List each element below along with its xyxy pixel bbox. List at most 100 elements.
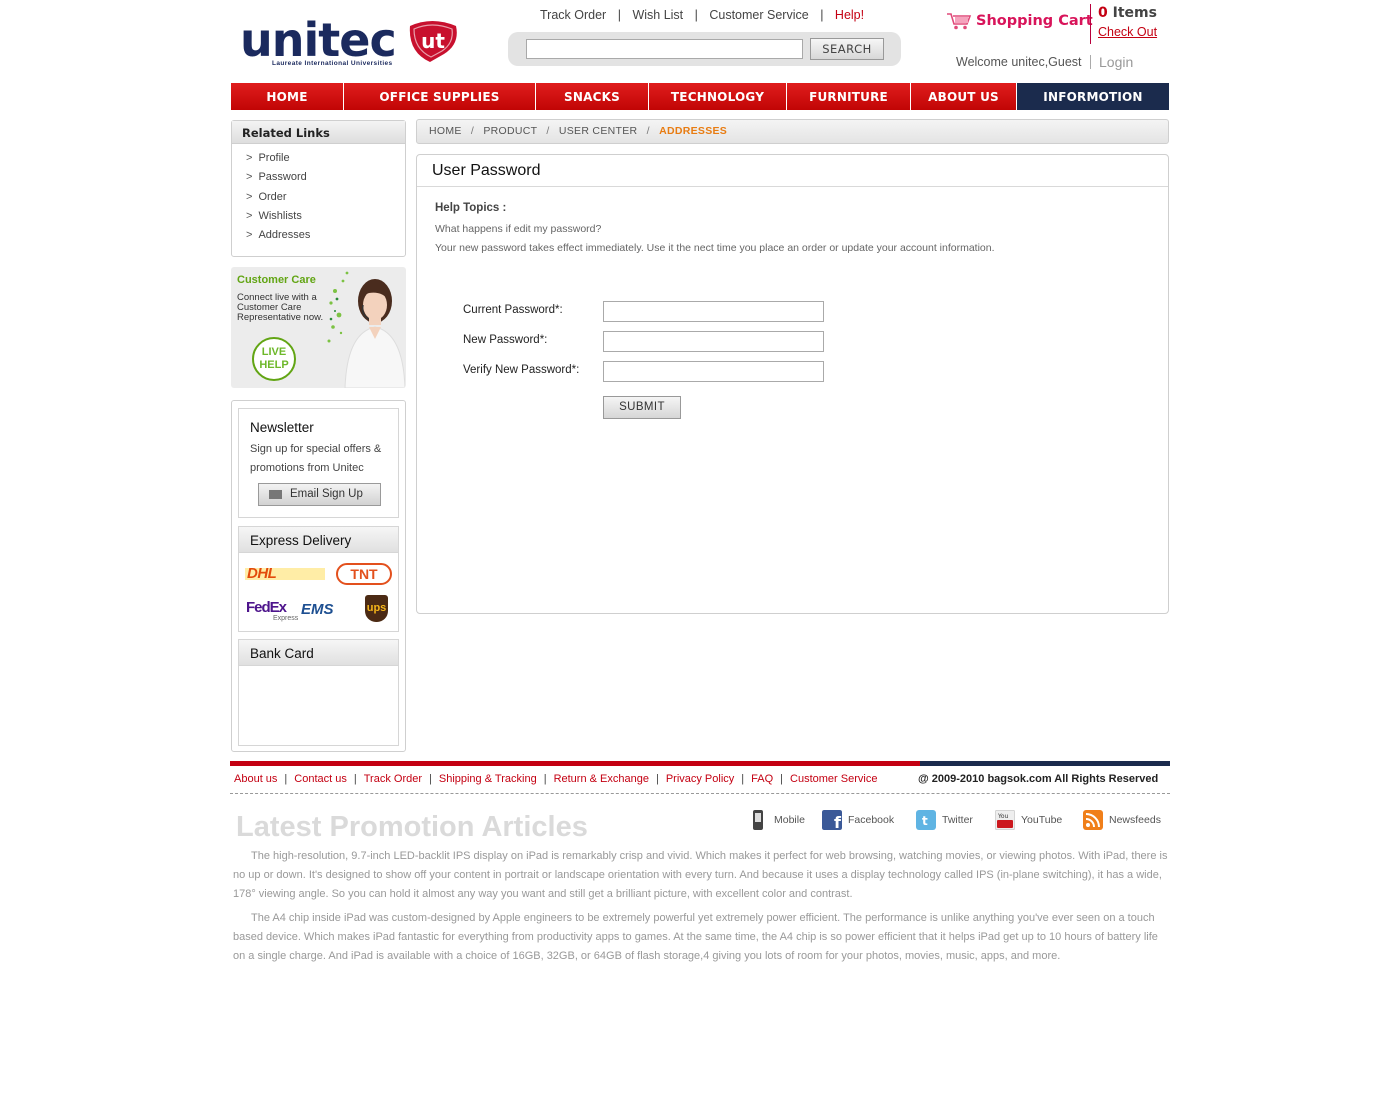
svg-text:You: You: [997, 813, 1009, 820]
nav-about-us[interactable]: ABOUT US: [911, 83, 1017, 110]
related-link-password[interactable]: > Password: [246, 171, 405, 190]
footer-link-privacy[interactable]: Privacy Policy: [666, 773, 734, 785]
express-delivery-box: Express Delivery DHL TNT FedEx Express E…: [238, 526, 399, 632]
wish-list-link[interactable]: Wish List: [632, 8, 683, 22]
related-link-addresses[interactable]: > Addresses: [246, 229, 405, 248]
breadcrumb-product[interactable]: PRODUCT: [483, 125, 537, 137]
help-link[interactable]: Help!: [835, 8, 864, 22]
facebook-icon: f: [822, 810, 842, 830]
nav-informotion[interactable]: INFORMOTION: [1017, 83, 1169, 110]
nav-furniture[interactable]: FURNITURE: [787, 83, 911, 110]
social-newsfeeds[interactable]: Newsfeeds: [1083, 809, 1161, 831]
nav-office-supplies[interactable]: OFFICE SUPPLIES: [344, 83, 536, 110]
main-nav: HOME OFFICE SUPPLIES SNACKS TECHNOLOGY F…: [231, 83, 1169, 110]
live-help-button[interactable]: LIVE HELP: [252, 337, 296, 381]
social-mobile[interactable]: Mobile: [748, 809, 805, 831]
social-label: Facebook: [848, 814, 895, 826]
breadcrumb-separator: /: [646, 125, 650, 137]
chevron-right-icon: >: [246, 229, 253, 242]
shopping-cart-icon[interactable]: [946, 12, 972, 30]
logo-badge-icon: ut: [409, 21, 457, 62]
footer-link-shipping[interactable]: Shipping & Tracking: [439, 773, 537, 785]
footer-link-about[interactable]: About us: [234, 773, 277, 785]
mobile-icon: [753, 810, 763, 830]
breadcrumb-user-center[interactable]: USER CENTER: [559, 125, 638, 137]
track-order-link[interactable]: Track Order: [540, 8, 606, 22]
ups-logo: ups: [365, 595, 388, 622]
footer-link-track-order[interactable]: Track Order: [364, 773, 422, 785]
search-button[interactable]: SEARCH: [810, 38, 884, 60]
promo-paragraph: The A4 chip inside iPad was custom-desig…: [233, 912, 1158, 962]
customer-care-text: Connect live with a Customer Care Repres…: [237, 292, 324, 323]
search-bar: SEARCH: [508, 32, 901, 66]
social-twitter[interactable]: t Twitter: [916, 809, 973, 831]
logo-wordmark: unitec: [240, 13, 397, 67]
support-agent-image: [327, 271, 405, 388]
express-delivery-title: Express Delivery: [239, 527, 398, 553]
social-facebook[interactable]: f Facebook: [822, 809, 894, 831]
cart-count: 0: [1098, 5, 1108, 21]
social-label: Newsfeeds: [1109, 814, 1161, 826]
new-password-field[interactable]: [603, 331, 824, 352]
footer-link-faq[interactable]: FAQ: [751, 773, 773, 785]
nav-home[interactable]: HOME: [231, 83, 344, 110]
top-links: Track Order | Wish List | Customer Servi…: [540, 8, 864, 24]
email-signup-button[interactable]: Email Sign Up: [258, 483, 381, 506]
chevron-right-icon: >: [246, 190, 253, 203]
dhl-logo-band: [245, 568, 325, 580]
youtube-icon: You: [995, 810, 1015, 830]
footer-link-return[interactable]: Return & Exchange: [554, 773, 649, 785]
current-password-field[interactable]: [603, 301, 824, 322]
related-link-profile[interactable]: > Profile: [246, 152, 405, 171]
svg-text:ut: ut: [421, 29, 445, 53]
user-password-panel: User Password Help Topics : What happens…: [416, 154, 1169, 614]
unitec-logo[interactable]: unitec ut Laureate International Univers…: [240, 16, 460, 70]
help-question: What happens if edit my password?: [435, 223, 602, 235]
tnt-logo: TNT: [336, 563, 392, 585]
svg-text:f: f: [834, 813, 842, 830]
fedex-logo: FedEx: [246, 599, 287, 616]
cart-items-word: Items: [1112, 5, 1157, 21]
top-link-separator: |: [617, 8, 621, 22]
cart-item-count: 0 Items: [1098, 5, 1157, 21]
footer-link-customer-service[interactable]: Customer Service: [790, 773, 877, 785]
promo-title: Latest Promotion Articles: [236, 811, 588, 843]
footer-separator: |: [780, 773, 784, 785]
login-link[interactable]: Login: [1099, 54, 1133, 70]
chevron-right-icon: >: [246, 209, 253, 222]
sidebar-panel: Newsletter Sign up for special offers & …: [231, 400, 406, 752]
cart-divider: [1090, 4, 1091, 44]
customer-service-link[interactable]: Customer Service: [709, 8, 808, 22]
related-link-wishlists[interactable]: > Wishlists: [246, 210, 405, 229]
search-input[interactable]: [526, 39, 803, 59]
breadcrumb-home[interactable]: HOME: [429, 125, 462, 137]
related-links-title: Related Links: [232, 121, 405, 144]
customer-care-banner[interactable]: Customer Care Connect live with a Custom…: [231, 267, 406, 388]
fedex-express-label: Express: [273, 615, 299, 622]
related-link-label: Password: [258, 171, 307, 184]
footer-separator: |: [655, 773, 659, 785]
checkout-link[interactable]: Check Out: [1098, 25, 1157, 39]
related-link-label: Order: [258, 190, 287, 203]
breadcrumb-separator: /: [546, 125, 550, 137]
svg-text:t: t: [922, 814, 928, 828]
verify-password-field[interactable]: [603, 361, 824, 382]
footer-link-contact[interactable]: Contact us: [294, 773, 347, 785]
breadcrumb-separator: /: [470, 125, 475, 137]
nav-snacks[interactable]: SNACKS: [536, 83, 649, 110]
newsletter-title: Newsletter: [250, 420, 314, 435]
footer-separator: |: [284, 773, 288, 785]
envelope-icon: [269, 490, 282, 499]
promo-paragraph: The high-resolution, 9.7-inch LED-backli…: [233, 850, 1168, 900]
related-link-label: Profile: [258, 152, 290, 164]
related-link-order[interactable]: > Order: [246, 191, 405, 210]
nav-technology[interactable]: TECHNOLOGY: [649, 83, 787, 110]
footer-divider: [230, 793, 1170, 794]
footer-bar-navy: [920, 761, 1170, 766]
social-label: Twitter: [942, 814, 973, 826]
social-youtube[interactable]: You YouTube: [995, 809, 1062, 831]
submit-button[interactable]: SUBMIT: [603, 396, 681, 419]
shopping-cart-label[interactable]: Shopping Cart: [976, 13, 1093, 29]
logo-subtitle: Laureate International Universities: [272, 60, 393, 67]
footer-separator: |: [543, 773, 547, 785]
